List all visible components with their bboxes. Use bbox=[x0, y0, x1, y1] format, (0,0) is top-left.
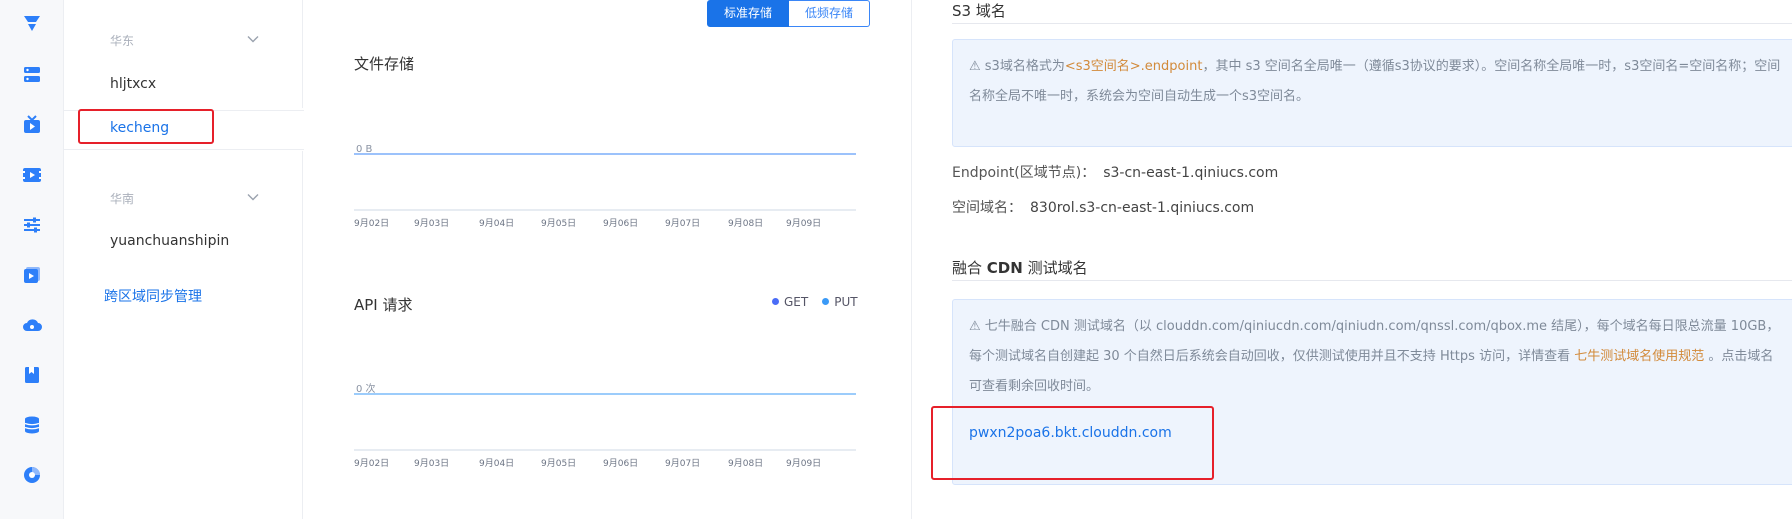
legend-label: PUT bbox=[834, 295, 858, 309]
endpoint-label: Endpoint(区域节点)： bbox=[952, 165, 1096, 181]
s3-domain-title: S3 域名 bbox=[952, 2, 1006, 20]
database-icon[interactable] bbox=[21, 414, 43, 436]
api-chart: 0 次 9月02日 9月03日 9月04日 9月05日 9月06日 9月07日 9月08日 9月… bbox=[354, 382, 856, 469]
x-tick-label: 9月09日 bbox=[786, 458, 821, 469]
x-tick-label: 9月03日 bbox=[414, 218, 449, 229]
space-domain-value: 830rol.s3-cn-east-1.qiniucs.com bbox=[1030, 200, 1255, 216]
icon-rail bbox=[0, 0, 64, 519]
x-tick-label: 9月07日 bbox=[665, 218, 700, 229]
x-tick-label: 9月06日 bbox=[603, 218, 638, 229]
space-domain-label: 空间域名： bbox=[952, 200, 1022, 216]
y-tick-label: 0 B bbox=[356, 144, 373, 155]
notice-text: ⚠ s3域名格式为 bbox=[969, 59, 1065, 74]
divider bbox=[952, 280, 1792, 281]
storage-icon[interactable] bbox=[21, 64, 43, 86]
api-legend: GET PUT bbox=[772, 295, 858, 309]
bucket-item-yuanchuanshipin[interactable]: yuanchuanshipin bbox=[110, 233, 229, 249]
chart-icon[interactable] bbox=[21, 464, 43, 486]
storage-chart: 0 B 9月02日 9月03日 9月04日 9月05日 9月06日 9月07日 9月08日 9月… bbox=[354, 144, 856, 229]
endpoint-row: Endpoint(区域节点)： s3-cn-east-1.qiniucs.com bbox=[952, 162, 1278, 182]
title-text: 测试域名 bbox=[1022, 259, 1088, 277]
chart-title-api: API 请求 bbox=[354, 296, 413, 314]
live-icon[interactable] bbox=[21, 114, 43, 136]
x-tick-label: 9月04日 bbox=[479, 218, 514, 229]
legend-item-put[interactable]: PUT bbox=[822, 295, 858, 309]
region-east-header[interactable]: 华东 bbox=[110, 32, 134, 49]
space-domain-row: 空间域名： 830rol.s3-cn-east-1.qiniucs.com bbox=[952, 197, 1254, 217]
s3-notice: ⚠ s3域名格式为<s3空间名>.endpoint，其中 s3 空间名全局唯一（… bbox=[952, 39, 1792, 147]
x-tick-label: 9月08日 bbox=[728, 218, 763, 229]
cross-region-sync-link[interactable]: 跨区域同步管理 bbox=[104, 286, 202, 306]
bucket-list: 华东 hljtxcx kecheng 华南 yuanchuanshipin 跨区… bbox=[64, 0, 304, 519]
standard-storage-button[interactable]: 标准存储 bbox=[707, 0, 790, 27]
stats-panel: 标准存储 低频存储 文件存储 0 B 9月02日 9月03日 9月04日 9月05日 9月… bbox=[304, 0, 912, 519]
settings-sliders-icon[interactable] bbox=[21, 214, 43, 236]
cdn-test-domain-title: 融合 CDN 测试域名 bbox=[952, 257, 1088, 278]
x-tick-label: 9月05日 bbox=[541, 458, 576, 469]
logo-icon[interactable] bbox=[21, 12, 43, 34]
video-icon[interactable] bbox=[21, 164, 43, 186]
x-tick-label: 9月03日 bbox=[414, 458, 449, 469]
title-text: 融合 bbox=[952, 259, 987, 277]
x-tick-label: 9月06日 bbox=[603, 458, 638, 469]
divider bbox=[302, 151, 303, 519]
highlight-box bbox=[931, 406, 1214, 480]
legend-label: GET bbox=[784, 295, 809, 309]
storage-type-toggle: 标准存储 低频存储 bbox=[707, 0, 871, 27]
legend-item-get[interactable]: GET bbox=[772, 295, 808, 309]
x-tick-label: 9月09日 bbox=[786, 218, 821, 229]
x-tick-label: 9月02日 bbox=[354, 458, 389, 469]
region-south-header[interactable]: 华南 bbox=[110, 190, 134, 207]
chevron-down-icon[interactable] bbox=[246, 32, 260, 46]
chart-title-storage: 文件存储 bbox=[354, 55, 415, 73]
title-text: CDN bbox=[986, 259, 1023, 277]
media-icon[interactable] bbox=[21, 264, 43, 286]
bucket-item-hljtxcx[interactable]: hljtxcx bbox=[110, 76, 156, 92]
x-tick-label: 9月07日 bbox=[665, 458, 700, 469]
divider bbox=[952, 23, 1792, 24]
y-tick-label: 0 次 bbox=[356, 382, 376, 395]
x-tick-label: 9月08日 bbox=[728, 458, 763, 469]
notice-code: <s3空间名>.endpoint bbox=[1064, 59, 1203, 74]
chevron-down-icon[interactable] bbox=[246, 190, 260, 204]
divider bbox=[302, 0, 303, 108]
low-freq-storage-button[interactable]: 低频存储 bbox=[789, 0, 871, 27]
app-root: 华东 hljtxcx kecheng 华南 yuanchuanshipin 跨区… bbox=[0, 0, 1792, 519]
book-icon[interactable] bbox=[21, 364, 43, 386]
cloud-icon[interactable] bbox=[21, 314, 43, 336]
highlight-box bbox=[78, 109, 214, 144]
endpoint-value: s3-cn-east-1.qiniucs.com bbox=[1103, 165, 1279, 181]
x-tick-label: 9月04日 bbox=[479, 458, 514, 469]
legend-dot bbox=[822, 298, 830, 305]
x-tick-label: 9月05日 bbox=[541, 218, 576, 229]
legend-dot bbox=[772, 298, 779, 305]
test-domain-rules-link[interactable]: 七牛测试域名使用规范 bbox=[1574, 349, 1704, 364]
x-tick-label: 9月02日 bbox=[354, 218, 389, 229]
